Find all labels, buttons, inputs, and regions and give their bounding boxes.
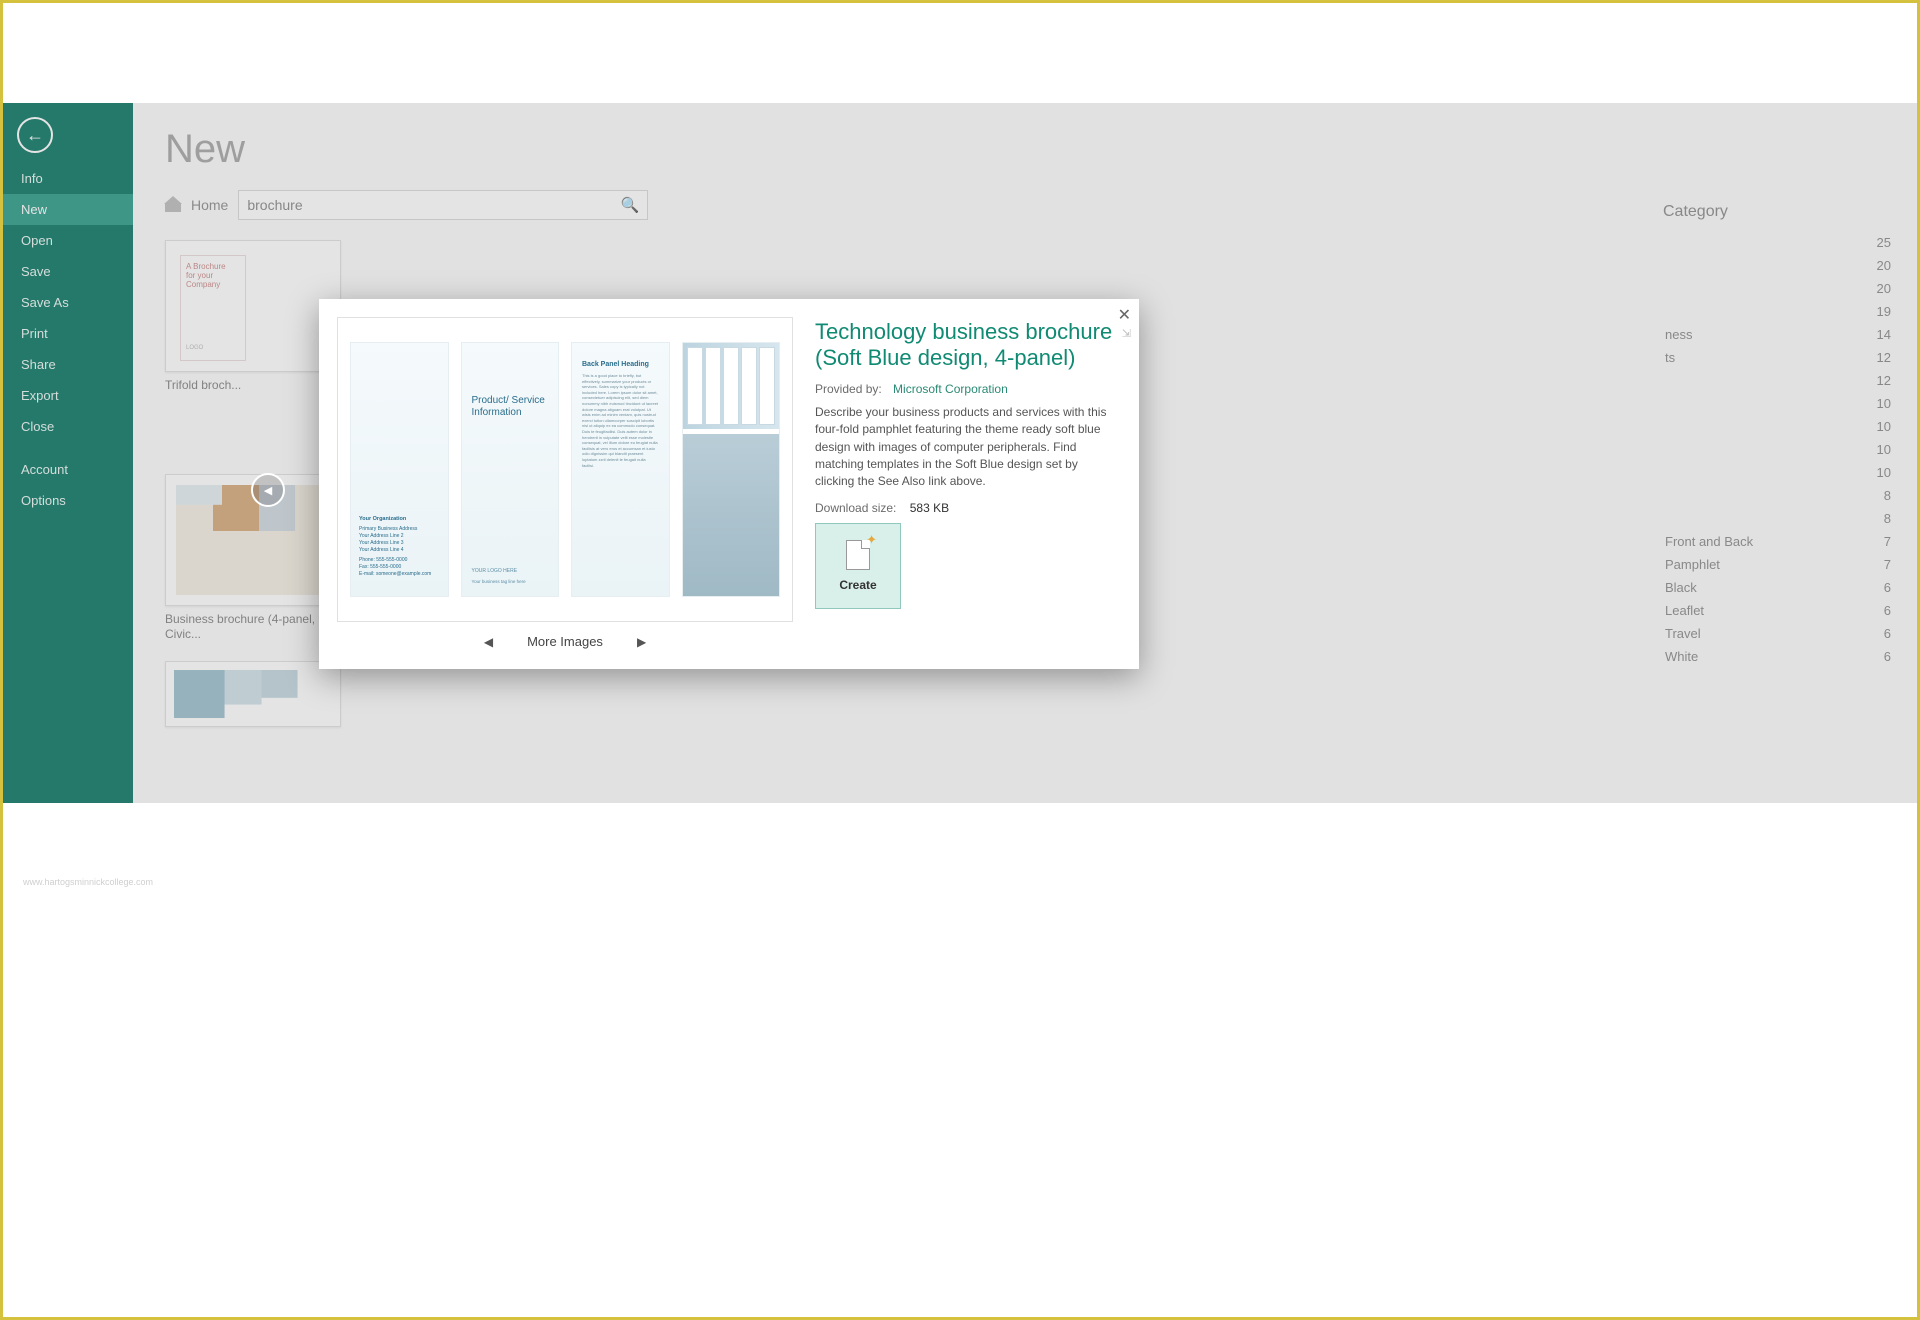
watermark: www.hartogsminnickcollege.com: [23, 877, 153, 887]
nav-share[interactable]: Share: [3, 349, 133, 380]
template-search[interactable]: 🔍: [238, 190, 648, 220]
nav-save[interactable]: Save: [3, 256, 133, 287]
category-row[interactable]: ts 12: [1663, 346, 1893, 369]
category-row[interactable]: 10: [1663, 415, 1893, 438]
nav-close[interactable]: Close: [3, 411, 133, 442]
search-input[interactable]: [247, 197, 620, 213]
template-item[interactable]: A Brochure for your Company LOGO Trifold…: [165, 240, 341, 394]
more-images-nav: ◀ More Images ▶: [337, 622, 793, 651]
sparkle-icon: ✦: [866, 532, 877, 548]
provided-by-label: Provided by:: [815, 382, 882, 396]
home-icon[interactable]: [165, 198, 181, 212]
template-thumbnail[interactable]: A Brochure for your Company LOGO: [165, 240, 341, 372]
category-title: Category: [1663, 203, 1893, 221]
category-row[interactable]: 10: [1663, 461, 1893, 484]
category-name: ts: [1665, 350, 1675, 365]
category-row[interactable]: 10: [1663, 438, 1893, 461]
provider-link[interactable]: Microsoft Corporation: [893, 382, 1008, 396]
category-row[interactable]: 8: [1663, 507, 1893, 530]
template-prev-button[interactable]: [251, 473, 285, 507]
category-row[interactable]: Black 6: [1663, 576, 1893, 599]
nav-open[interactable]: Open: [3, 225, 133, 256]
category-count: 6: [1884, 649, 1891, 664]
category-count: 10: [1877, 396, 1891, 411]
category-row[interactable]: Pamphlet 7: [1663, 553, 1893, 576]
nav-new[interactable]: New: [3, 194, 133, 225]
category-name: Black: [1665, 580, 1697, 595]
nav-save-as[interactable]: Save As: [3, 287, 133, 318]
nav-print[interactable]: Print: [3, 318, 133, 349]
category-count: 10: [1877, 442, 1891, 457]
category-row[interactable]: 20: [1663, 254, 1893, 277]
nav-options[interactable]: Options: [3, 485, 133, 516]
preview-panel-4: [682, 342, 781, 597]
category-count: 6: [1884, 603, 1891, 618]
category-count: 12: [1877, 373, 1891, 388]
create-button[interactable]: ✦ Create: [815, 523, 901, 609]
category-count: 14: [1877, 327, 1891, 342]
category-name: Travel: [1665, 626, 1701, 641]
template-detail-dialog: Your Organization Primary Business Addre…: [319, 299, 1139, 669]
category-name: Pamphlet: [1665, 557, 1720, 572]
category-count: 25: [1877, 235, 1891, 250]
breadcrumb[interactable]: Home: [191, 197, 228, 213]
template-label: Business brochure (4-panel, Civic...: [165, 612, 341, 643]
category-name: ness: [1665, 327, 1692, 342]
category-panel: Category 25 20 20 19 ness 14 ts 12 12 10 10 10 10 8 8 F…: [1663, 203, 1893, 668]
category-count: 12: [1877, 350, 1891, 365]
category-row[interactable]: 20: [1663, 277, 1893, 300]
template-title: Technology business brochure (Soft Blue …: [815, 319, 1119, 372]
category-count: 10: [1877, 465, 1891, 480]
category-row[interactable]: Leaflet 6: [1663, 599, 1893, 622]
create-label: Create: [839, 578, 876, 592]
category-count: 19: [1877, 304, 1891, 319]
category-row[interactable]: White 6: [1663, 645, 1893, 668]
category-row[interactable]: 12: [1663, 369, 1893, 392]
category-count: 6: [1884, 626, 1891, 641]
template-preview: Your Organization Primary Business Addre…: [337, 317, 793, 622]
pin-icon[interactable]: ⇲: [1122, 327, 1131, 340]
category-count: 7: [1884, 557, 1891, 572]
category-count: 7: [1884, 534, 1891, 549]
close-dialog-icon[interactable]: ✕: [1118, 305, 1131, 325]
category-name: Front and Back: [1665, 534, 1753, 549]
category-row[interactable]: 25: [1663, 231, 1893, 254]
category-name: White: [1665, 649, 1698, 664]
template-item[interactable]: [165, 661, 341, 727]
back-button[interactable]: [17, 117, 53, 153]
preview-panel-3: Back Panel Heading This is a good place …: [571, 342, 670, 597]
more-images-label: More Images: [527, 634, 603, 649]
next-image-icon[interactable]: ▶: [637, 635, 646, 649]
category-row[interactable]: Travel 6: [1663, 622, 1893, 645]
nav-export[interactable]: Export: [3, 380, 133, 411]
preview-panel-2: Product/ Service Information YOUR LOGO H…: [461, 342, 560, 597]
template-label: Trifold broch...: [165, 378, 341, 394]
category-count: 6: [1884, 580, 1891, 595]
prev-image-icon[interactable]: ◀: [484, 635, 493, 649]
download-size-label: Download size:: [815, 501, 896, 515]
preview-panel-1: Your Organization Primary Business Addre…: [350, 342, 449, 597]
category-name: Leaflet: [1665, 603, 1704, 618]
category-count: 8: [1884, 488, 1891, 503]
page-title: New: [165, 127, 1893, 172]
category-count: 20: [1877, 281, 1891, 296]
category-count: 20: [1877, 258, 1891, 273]
category-row[interactable]: 10: [1663, 392, 1893, 415]
category-row[interactable]: ness 14: [1663, 323, 1893, 346]
category-count: 8: [1884, 511, 1891, 526]
template-thumbnail[interactable]: [165, 661, 341, 727]
template-description: Describe your business products and serv…: [815, 404, 1119, 491]
category-row[interactable]: 8: [1663, 484, 1893, 507]
category-row[interactable]: Front and Back 7: [1663, 530, 1893, 553]
category-count: 10: [1877, 419, 1891, 434]
nav-account[interactable]: Account: [3, 454, 133, 485]
category-row[interactable]: 19: [1663, 300, 1893, 323]
download-size-value: 583 KB: [910, 501, 949, 515]
nav-info[interactable]: Info: [3, 163, 133, 194]
search-icon[interactable]: 🔍: [621, 196, 640, 214]
backstage-sidebar: Info New Open Save Save As Print Share E…: [3, 103, 133, 803]
